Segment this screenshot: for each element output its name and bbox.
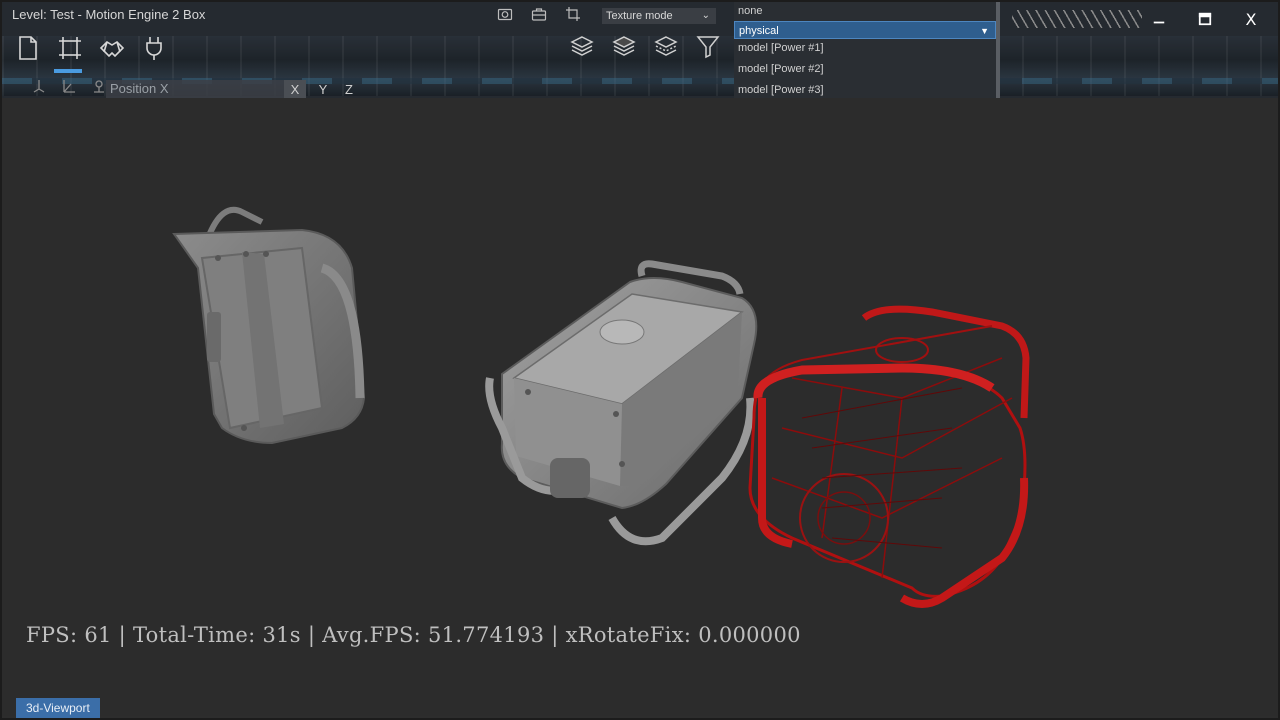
close-button[interactable]: X bbox=[1240, 8, 1262, 30]
layers-alt-icon[interactable] bbox=[610, 32, 638, 60]
position-x-input[interactable]: Position X bbox=[106, 80, 286, 98]
minimize-button[interactable] bbox=[1148, 8, 1170, 30]
dropdown-option[interactable]: model [Power #2] bbox=[734, 60, 996, 78]
chevron-down-icon: ⌄ bbox=[701, 10, 710, 21]
dropdown-option[interactable]: model [Power #1] bbox=[734, 39, 996, 57]
camera-icon[interactable] bbox=[497, 6, 515, 24]
dropdown-scrollbar[interactable] bbox=[996, 2, 1000, 98]
new-file-icon[interactable] bbox=[12, 32, 44, 64]
transform-select-icon[interactable] bbox=[54, 32, 86, 64]
generator-model-center[interactable] bbox=[485, 260, 758, 546]
viewport-tab[interactable]: 3d-Viewport bbox=[16, 698, 100, 718]
handshake-icon[interactable] bbox=[96, 32, 128, 64]
top-utility-icons bbox=[497, 6, 583, 24]
hatch-decoration bbox=[1012, 10, 1142, 28]
rotate-gizmo-icon[interactable] bbox=[58, 76, 80, 96]
generator-model-wireframe[interactable] bbox=[748, 305, 1030, 608]
plug-icon[interactable] bbox=[138, 32, 170, 64]
layer-tool-group bbox=[568, 32, 722, 60]
dropdown-option[interactable]: none bbox=[734, 2, 996, 20]
texture-mode-label: Texture mode bbox=[606, 10, 673, 22]
dropdown-option-label: physical bbox=[739, 25, 779, 37]
active-tool-indicator bbox=[54, 69, 82, 73]
window-controls: X bbox=[1148, 8, 1262, 30]
crop-icon[interactable] bbox=[565, 6, 583, 24]
axis-z-button[interactable]: Z bbox=[338, 80, 360, 98]
gizmo-mode-group bbox=[28, 76, 110, 96]
texture-mode-select[interactable]: Texture mode ⌄ bbox=[602, 8, 716, 24]
layers-stack-icon[interactable] bbox=[652, 32, 680, 60]
main-tool-group bbox=[12, 32, 170, 64]
toolbar-header: Level: Test - Motion Engine 2 Box Positi… bbox=[2, 2, 1278, 98]
fps-stats-text: FPS: 61 | Total-Time: 31s | Avg.FPS: 51.… bbox=[26, 623, 801, 647]
maximize-button[interactable] bbox=[1194, 8, 1216, 30]
dropdown-option-selected[interactable]: physical ▼ bbox=[734, 21, 996, 39]
filter-icon[interactable] bbox=[694, 32, 722, 60]
axis-x-button[interactable]: X bbox=[284, 80, 306, 98]
window-title: Level: Test - Motion Engine 2 Box bbox=[12, 7, 206, 22]
axis-y-button[interactable]: Y bbox=[312, 80, 334, 98]
generator-model-left[interactable] bbox=[172, 206, 366, 445]
briefcase-icon[interactable] bbox=[531, 6, 549, 24]
chevron-down-icon: ▼ bbox=[980, 26, 989, 36]
dropdown-option[interactable]: model [Power #3] bbox=[734, 81, 996, 99]
model-dropdown-list[interactable]: none physical ▼ model [Power #1] model [… bbox=[734, 2, 996, 98]
move-gizmo-icon[interactable] bbox=[28, 76, 50, 96]
layers-icon[interactable] bbox=[568, 32, 596, 60]
